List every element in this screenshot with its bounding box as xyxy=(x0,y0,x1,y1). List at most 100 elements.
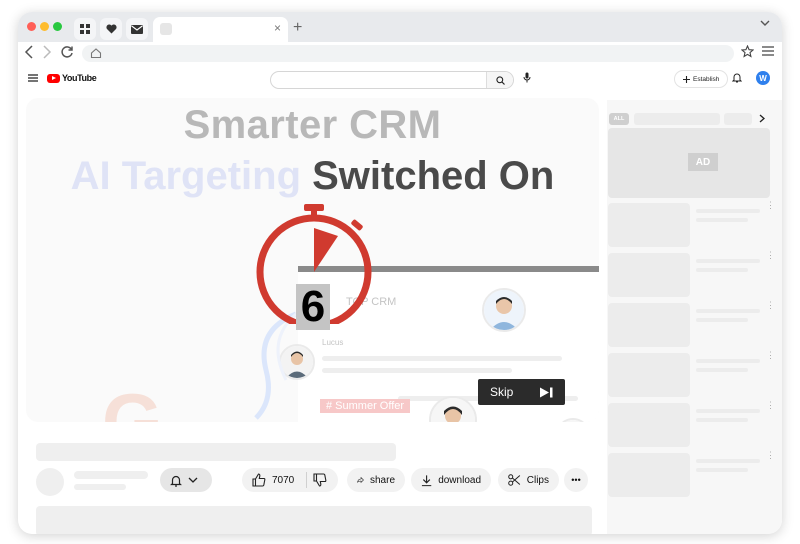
pinned-tab-mail[interactable] xyxy=(126,18,148,40)
tab-favicon xyxy=(160,23,172,35)
kebab-menu-icon[interactable]: ⋮ xyxy=(766,300,775,311)
contact-name: Lucus xyxy=(322,338,344,347)
channel-name-placeholder xyxy=(74,471,148,479)
tab-close-button[interactable]: × xyxy=(274,21,281,35)
related-video-meta xyxy=(696,268,748,272)
thumbs-up-icon[interactable] xyxy=(252,473,266,487)
bell-icon xyxy=(170,475,182,487)
subscribe-bell-button[interactable] xyxy=(160,468,212,492)
grid-icon xyxy=(80,24,90,34)
share-label: share xyxy=(369,474,395,486)
kebab-menu-icon[interactable]: ⋮ xyxy=(766,200,775,211)
clips-button[interactable]: Clips xyxy=(498,468,559,492)
account-avatar[interactable]: W xyxy=(756,71,770,85)
heart-icon xyxy=(105,24,117,34)
chevron-down-icon[interactable] xyxy=(760,20,770,27)
kebab-menu-icon[interactable]: ⋮ xyxy=(766,250,775,261)
notifications-bell-icon[interactable] xyxy=(732,72,742,83)
kebab-menu-icon[interactable]: ⋮ xyxy=(766,400,775,411)
skip-label: Skip xyxy=(490,385,514,399)
chip-placeholder[interactable] xyxy=(634,113,720,125)
related-video-thumbnail[interactable] xyxy=(608,403,690,447)
related-video-title xyxy=(696,209,760,213)
bookmark-star-icon[interactable] xyxy=(741,45,754,58)
connector-lines xyxy=(254,311,297,420)
related-video-thumbnail[interactable] xyxy=(608,453,690,497)
related-video-title xyxy=(696,409,760,413)
minimize-window-button[interactable] xyxy=(40,22,49,31)
tab-bar: × + xyxy=(18,12,782,42)
thumbs-down-icon[interactable] xyxy=(313,473,327,487)
related-video-thumbnail[interactable] xyxy=(608,203,690,247)
summer-offer-tag: # Summer Offer xyxy=(320,399,411,413)
create-button-label: Establish xyxy=(693,75,720,83)
youtube-logo-text: YouTube xyxy=(62,73,97,83)
ad-headline-line1: Smarter CRM xyxy=(183,103,442,147)
google-g-graphic: G xyxy=(102,377,163,422)
chip-all[interactable]: ALL xyxy=(609,113,629,125)
chevron-down-icon xyxy=(188,477,198,483)
channel-avatar[interactable] xyxy=(36,468,64,496)
related-video-thumbnail[interactable] xyxy=(608,303,690,347)
like-dislike-group: 7070 xyxy=(242,468,338,492)
subscriber-count-placeholder xyxy=(74,484,126,490)
skip-ad-button[interactable]: Skip xyxy=(478,379,565,405)
reload-icon[interactable] xyxy=(60,45,74,59)
ad-headline-line2: AI Targeting Switched On xyxy=(26,154,599,199)
youtube-play-icon xyxy=(47,73,60,83)
youtube-logo[interactable]: YouTube xyxy=(47,73,97,83)
pinned-tab-heart[interactable] xyxy=(100,18,122,40)
text-line xyxy=(322,356,562,361)
description-box-placeholder xyxy=(36,506,592,534)
close-window-button[interactable] xyxy=(27,22,36,31)
download-label: download xyxy=(438,474,481,486)
download-icon xyxy=(421,474,432,486)
search-input[interactable] xyxy=(270,71,514,89)
chevron-right-icon[interactable] xyxy=(759,114,765,123)
forward-icon[interactable] xyxy=(42,45,52,59)
active-tab[interactable]: × xyxy=(153,17,288,42)
related-video-meta xyxy=(696,368,748,372)
countdown-number: 6 xyxy=(296,282,330,331)
download-button[interactable]: download xyxy=(411,468,491,492)
home-icon[interactable] xyxy=(90,47,102,59)
browser-window: × + YouTube Establish W Smarter CRM AI T… xyxy=(18,12,782,534)
text-line xyxy=(322,368,512,373)
video-player[interactable]: Smarter CRM AI Targeting Switched On G T… xyxy=(26,98,599,422)
clips-label: Clips xyxy=(526,474,549,486)
maximize-window-button[interactable] xyxy=(53,22,62,31)
microphone-icon[interactable] xyxy=(523,72,531,83)
like-count[interactable]: 7070 xyxy=(272,475,294,486)
related-video-title xyxy=(696,459,760,463)
share-icon xyxy=(357,476,364,484)
kebab-menu-icon[interactable]: ⋮ xyxy=(766,450,775,461)
new-tab-button[interactable]: + xyxy=(293,19,302,37)
youtube-header: YouTube Establish W xyxy=(18,66,782,94)
related-video-meta xyxy=(696,468,748,472)
related-video-title xyxy=(696,309,760,313)
related-video-thumbnail[interactable] xyxy=(608,253,690,297)
skip-next-icon xyxy=(540,387,553,397)
ad-badge: AD xyxy=(688,153,718,171)
related-video-thumbnail[interactable] xyxy=(608,353,690,397)
ad-headline-highlight: AI Targeting xyxy=(70,154,313,198)
share-button[interactable]: share xyxy=(347,468,405,492)
pinned-tab-grid[interactable] xyxy=(74,18,96,40)
mail-icon xyxy=(131,24,143,34)
like-divider xyxy=(306,472,308,488)
ad-headline-dark: Switched On xyxy=(312,154,555,198)
chip-placeholder[interactable] xyxy=(724,113,752,125)
browser-menu-icon[interactable] xyxy=(762,46,774,56)
back-icon[interactable] xyxy=(24,45,34,59)
url-bar[interactable] xyxy=(82,45,734,62)
contact-avatar-1 xyxy=(482,288,526,332)
create-button[interactable]: Establish xyxy=(674,70,729,88)
more-actions-button[interactable]: ••• xyxy=(564,468,588,492)
scissors-icon xyxy=(508,474,521,486)
kebab-menu-icon[interactable]: ⋮ xyxy=(766,350,775,361)
hamburger-menu-icon[interactable] xyxy=(28,74,38,82)
related-video-meta xyxy=(696,318,748,322)
address-bar-row xyxy=(18,42,782,66)
search-button[interactable] xyxy=(486,72,513,88)
related-video-meta xyxy=(696,418,748,422)
